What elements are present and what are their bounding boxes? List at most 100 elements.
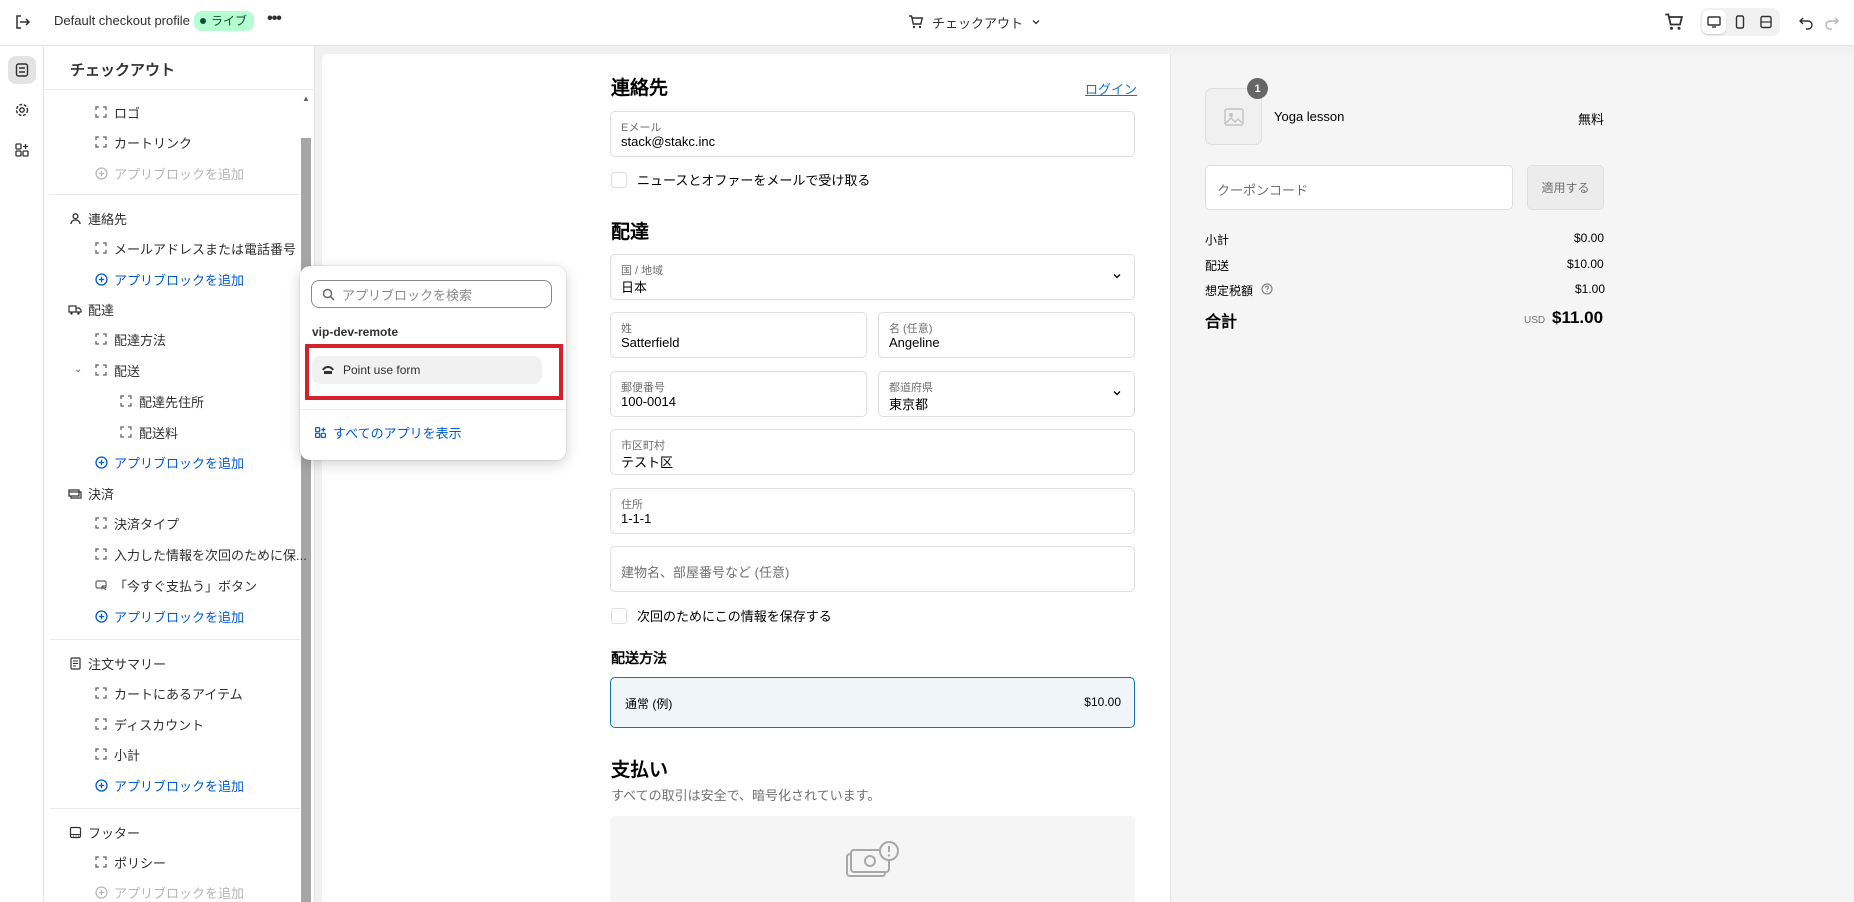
page-selector[interactable]: チェックアウト bbox=[908, 10, 1041, 34]
status-dot-icon bbox=[200, 18, 206, 24]
exit-icon[interactable] bbox=[12, 12, 32, 32]
sidebar-item-label: 決済タイプ bbox=[114, 516, 180, 532]
last-name-label: 姓 bbox=[621, 323, 632, 335]
status-badge: ライブ bbox=[194, 11, 255, 31]
profile-title: Default checkout profile bbox=[54, 13, 190, 28]
sidebar-item-subtotal[interactable]: 小計 bbox=[94, 743, 140, 765]
divider bbox=[50, 639, 300, 640]
save-info-checkbox[interactable]: 次回のためにこの情報を保存する bbox=[611, 606, 832, 625]
sidebar-item-cart-link[interactable]: カートリンク bbox=[94, 131, 192, 153]
add-app-block-label: アプリブロックを追加 bbox=[114, 272, 245, 288]
sidebar-item-label: 小計 bbox=[114, 747, 141, 763]
product-price: 無料 bbox=[1578, 112, 1605, 127]
newsletter-checkbox[interactable]: ニュースとオファーをメールで受け取る bbox=[611, 170, 870, 189]
more-actions-button[interactable]: ••• bbox=[264, 10, 284, 32]
chevron-down-icon[interactable]: ⌄ bbox=[74, 364, 82, 375]
apartment-field[interactable]: 建物名、部屋番号など (任意) bbox=[610, 546, 1135, 592]
redo-icon[interactable] bbox=[1822, 12, 1842, 32]
settings-gear-icon[interactable] bbox=[8, 96, 36, 124]
add-app-block-footer: アプリブロックを追加 bbox=[94, 881, 244, 902]
sidebar-item-logo[interactable]: ロゴ bbox=[94, 101, 140, 123]
sidebar-section-contact[interactable]: 連絡先 bbox=[68, 207, 127, 229]
prefecture-select[interactable]: 都道府県 東京都 bbox=[878, 371, 1135, 417]
divider bbox=[50, 808, 300, 809]
app-group-title: vip-dev-remote bbox=[312, 325, 399, 339]
sidebar-item-label: 配達先住所 bbox=[139, 394, 205, 410]
apps-icon bbox=[315, 427, 326, 438]
sidebar-section-payment[interactable]: 決済 bbox=[68, 482, 114, 504]
checkbox-box[interactable] bbox=[611, 171, 627, 188]
sidebar-item-discount[interactable]: ディスカウント bbox=[94, 713, 204, 735]
sidebar-item-delivery-method[interactable]: 配達方法 bbox=[94, 328, 166, 350]
sidebar-item-shipping[interactable]: 配送 bbox=[94, 359, 140, 381]
add-app-block-delivery[interactable]: アプリブロックを追加 bbox=[94, 451, 244, 473]
last-name-value: Satterfield bbox=[621, 335, 680, 350]
block-icon bbox=[94, 686, 108, 700]
coupon-code-input[interactable]: クーポンコード bbox=[1205, 165, 1513, 210]
app-block-point-use-form[interactable]: Point use form bbox=[312, 356, 542, 384]
sidebar-item-shipping-fee[interactable]: 配送料 bbox=[119, 421, 178, 443]
country-select[interactable]: 国 / 地域 日本 bbox=[610, 254, 1135, 300]
add-app-block-payment[interactable]: アプリブロックを追加 bbox=[94, 605, 244, 627]
cart-preview-icon[interactable] bbox=[1664, 12, 1684, 32]
fullscreen-view-icon[interactable] bbox=[1754, 10, 1778, 34]
quantity-badge: 1 bbox=[1247, 78, 1268, 99]
sidebar-scrollbar[interactable] bbox=[301, 138, 311, 902]
sidebar-item-email-or-phone[interactable]: メールアドレスまたは電話番号 bbox=[94, 237, 296, 259]
scroll-up-icon[interactable]: ▲ bbox=[302, 94, 310, 103]
payment-icon bbox=[68, 486, 82, 500]
prefecture-label: 都道府県 bbox=[889, 382, 933, 394]
shipping-option[interactable]: 通常 (例) $10.00 bbox=[610, 677, 1135, 728]
add-app-block-order-summary[interactable]: アプリブロックを追加 bbox=[94, 774, 244, 796]
sidebar-item-save-info[interactable]: 入力した情報を次回のために保... bbox=[94, 543, 307, 565]
checkbox-box[interactable] bbox=[611, 607, 627, 624]
last-name-field[interactable]: 姓 Satterfield bbox=[610, 312, 867, 358]
payment-subtitle: すべての取引は安全で、暗号化されています。 bbox=[611, 788, 881, 803]
sidebar-item-cart-items[interactable]: カートにあるアイテム bbox=[94, 682, 243, 704]
product-name: Yoga lesson bbox=[1274, 109, 1345, 124]
address-value: 1-1-1 bbox=[621, 511, 652, 526]
email-field-value: stack@stakc.inc bbox=[621, 134, 716, 149]
login-link[interactable]: ログイン bbox=[1085, 79, 1137, 98]
mobile-view-icon[interactable] bbox=[1728, 10, 1752, 34]
payment-placeholder-box bbox=[610, 816, 1135, 902]
divider bbox=[300, 409, 566, 410]
block-icon bbox=[94, 516, 108, 530]
sidebar-item-shipping-address[interactable]: 配達先住所 bbox=[119, 390, 204, 412]
section-label: 配達 bbox=[88, 302, 115, 318]
newsletter-label: ニュースとオファーをメールで受け取る bbox=[637, 173, 871, 188]
add-app-block-contact[interactable]: アプリブロックを追加 bbox=[94, 268, 244, 290]
sidebar-item-pay-now-button[interactable]: 「今すぐ支払う」ボタン bbox=[94, 574, 257, 596]
plus-circle-icon bbox=[94, 455, 108, 469]
block-icon bbox=[94, 717, 108, 731]
undo-icon[interactable] bbox=[1796, 12, 1816, 32]
add-app-block-label: アプリブロックを追加 bbox=[114, 778, 245, 794]
country-label: 国 / 地域 bbox=[621, 265, 664, 277]
sidebar-section-delivery[interactable]: 配達 bbox=[68, 298, 114, 320]
app-logo-icon bbox=[322, 366, 334, 374]
apps-icon[interactable] bbox=[8, 136, 36, 164]
plus-circle-icon bbox=[94, 272, 108, 286]
info-icon[interactable] bbox=[1261, 283, 1273, 298]
sidebar-item-policy[interactable]: ポリシー bbox=[94, 851, 166, 873]
first-name-field[interactable]: 名 (任意) Angeline bbox=[878, 312, 1135, 358]
tax-value: $1.00 bbox=[1575, 282, 1606, 296]
show-all-apps-link[interactable]: すべてのアプリを表示 bbox=[314, 423, 462, 442]
address-field[interactable]: 住所 1-1-1 bbox=[610, 488, 1135, 534]
tax-label: 想定税額 bbox=[1205, 284, 1254, 298]
apply-coupon-button[interactable]: 適用する bbox=[1527, 165, 1604, 210]
total-currency: USD bbox=[1524, 315, 1546, 326]
sidebar-section-footer[interactable]: フッター bbox=[68, 821, 140, 843]
button-block-icon bbox=[94, 578, 108, 592]
email-field[interactable]: Eメール stack@stakc.inc bbox=[610, 111, 1135, 157]
sidebar-section-order-summary[interactable]: 注文サマリー bbox=[68, 652, 166, 674]
sections-icon[interactable] bbox=[8, 56, 36, 84]
payment-heading: 支払い bbox=[611, 760, 669, 781]
sidebar-item-payment-type[interactable]: 決済タイプ bbox=[94, 512, 179, 534]
desktop-view-icon[interactable] bbox=[1702, 10, 1726, 34]
app-block-search-input[interactable]: アプリブロックを検索 bbox=[311, 280, 552, 308]
city-field[interactable]: 市区町村 テスト区 bbox=[610, 429, 1135, 475]
receipt-icon bbox=[68, 656, 82, 670]
postal-code-field[interactable]: 郵便番号 100-0014 bbox=[610, 371, 867, 417]
footer-icon bbox=[68, 825, 82, 839]
